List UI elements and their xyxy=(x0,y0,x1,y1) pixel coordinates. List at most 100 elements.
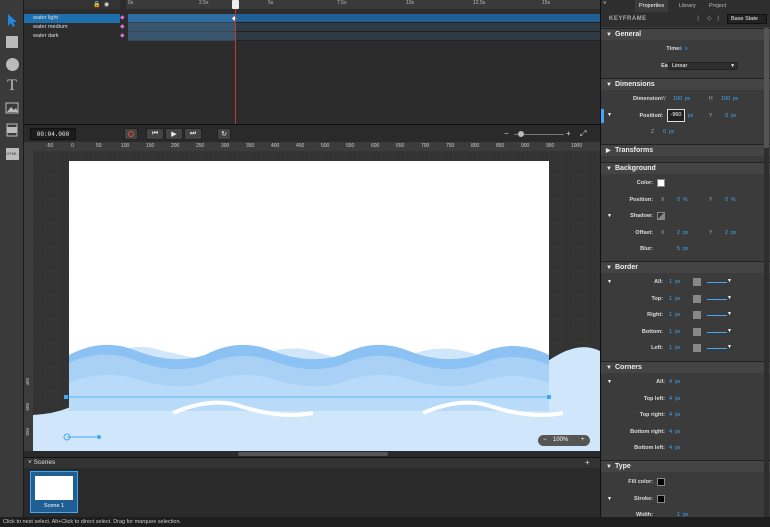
section-general[interactable]: ▼ General xyxy=(601,28,770,40)
offset-y-field[interactable]: 2 xyxy=(725,230,728,236)
ellipse-tool-icon[interactable] xyxy=(4,56,20,72)
next-keyframe-icon[interactable]: ⟩ xyxy=(717,15,719,22)
shadow-swatch[interactable] xyxy=(657,212,665,220)
fill-color-swatch[interactable] xyxy=(657,478,665,486)
keyframe-diamond-icon[interactable]: ◆ xyxy=(120,32,125,39)
ruler-tick-label: 200 xyxy=(171,143,180,149)
slider-thumb[interactable] xyxy=(518,131,524,137)
chevron-down-icon[interactable]: ▼ xyxy=(727,278,732,284)
corner-radius-field[interactable]: 4 xyxy=(669,396,672,402)
section-border[interactable]: ▼ Border xyxy=(601,261,770,273)
video-tool-icon[interactable] xyxy=(4,122,20,138)
timeline-ruler[interactable]: 0s 2.5s 5s 7.5s 10s 12.5s 15s xyxy=(126,0,600,9)
zoom-in-icon[interactable]: + xyxy=(566,129,571,138)
position-z-field[interactable]: 0 xyxy=(663,129,666,135)
playhead-handle[interactable] xyxy=(232,0,239,9)
position-x-field[interactable]: -960 xyxy=(667,109,685,122)
fast-forward-button[interactable]: ⏭ xyxy=(184,128,202,140)
time-display[interactable]: 00:04.000 xyxy=(30,128,76,140)
background-color-swatch[interactable] xyxy=(657,179,665,187)
section-corners[interactable]: ▼ Corners xyxy=(601,361,770,373)
stage-area[interactable]: − 100% + xyxy=(33,151,600,451)
border-width-field[interactable]: 1 xyxy=(669,279,672,285)
section-background[interactable]: ▼ Background xyxy=(601,162,770,174)
tab-project[interactable]: Project xyxy=(705,0,730,12)
section-type[interactable]: ▼ Type xyxy=(601,460,770,472)
eye-icon[interactable]: ◉ xyxy=(104,1,109,8)
chevron-down-icon[interactable]: ▼ xyxy=(727,311,732,317)
border-width-field[interactable]: 1 xyxy=(669,345,672,351)
lock-icon[interactable]: 🔒 xyxy=(93,1,100,8)
tab-properties[interactable]: Properties xyxy=(635,0,669,12)
bg-y-field[interactable]: 0 xyxy=(725,197,728,203)
fit-icon[interactable]: ⤢ xyxy=(580,129,586,139)
keyframe-diamond-icon[interactable]: ◆ xyxy=(120,23,125,30)
border-width-field[interactable]: 1 xyxy=(669,312,672,318)
x-label: X xyxy=(659,113,663,119)
zoom-out-button[interactable]: − xyxy=(543,435,547,446)
border-color-swatch[interactable] xyxy=(693,311,701,319)
corner-radius-field[interactable]: 4 xyxy=(669,445,672,451)
border-width-field[interactable]: 1 xyxy=(669,329,672,335)
html-tool-icon[interactable]: HTML xyxy=(4,146,20,162)
blur-unit: px xyxy=(683,246,689,252)
record-button[interactable] xyxy=(124,128,138,140)
scrollbar-thumb[interactable] xyxy=(238,452,388,456)
time-field[interactable]: 4 xyxy=(679,46,682,52)
blur-field[interactable]: 5 xyxy=(677,246,680,252)
corner-radius-field[interactable]: 4 xyxy=(669,429,672,435)
rectangle-tool-icon[interactable] xyxy=(4,34,20,50)
scenes-header[interactable]: ˅ Scenes + xyxy=(24,458,600,468)
width-field[interactable]: 100 xyxy=(673,96,682,102)
prev-keyframe-icon[interactable]: ⟨ xyxy=(697,15,699,22)
position-y-field[interactable]: 0 xyxy=(725,113,728,119)
base-state-dropdown[interactable]: Base State xyxy=(727,14,767,24)
corner-radius-field[interactable]: 4 xyxy=(669,379,672,385)
animation-segment[interactable] xyxy=(128,14,236,41)
layer-row-water-medium[interactable]: water medium xyxy=(24,23,120,32)
section-transforms[interactable]: ▶ Transforms xyxy=(601,144,770,156)
chevron-down-icon[interactable]: ▼ xyxy=(727,344,732,350)
border-style-select[interactable] xyxy=(707,328,727,333)
easing-dropdown[interactable]: Linear ▾ xyxy=(668,62,738,70)
layer-row-water-dark[interactable]: water dark xyxy=(24,32,120,41)
panel-scrollbar[interactable] xyxy=(764,28,769,517)
border-color-swatch[interactable] xyxy=(693,344,701,352)
section-dimensions[interactable]: ▼ Dimensions xyxy=(601,78,770,90)
zoom-in-button[interactable]: + xyxy=(581,435,585,446)
border-color-swatch[interactable] xyxy=(693,294,701,303)
border-width-field[interactable]: 1 xyxy=(669,296,672,302)
chevron-down-icon[interactable]: ▼ xyxy=(727,295,732,301)
border-color-swatch[interactable] xyxy=(693,327,701,336)
border-style-select[interactable] xyxy=(707,344,727,349)
playhead[interactable] xyxy=(235,0,236,124)
scene-thumbnail[interactable]: Scene 1 xyxy=(30,471,78,513)
zoom-out-icon[interactable]: − xyxy=(504,129,509,138)
border-style-select[interactable] xyxy=(707,311,727,316)
scenes-title: Scenes xyxy=(33,459,56,466)
play-button[interactable]: ▶ xyxy=(165,128,183,140)
corner-radius-field[interactable]: 4 xyxy=(669,412,672,418)
text-tool-icon[interactable]: T xyxy=(4,77,20,94)
border-color-swatch[interactable] xyxy=(693,278,701,286)
stroke-width-field[interactable]: 1 xyxy=(677,512,680,518)
height-field[interactable]: 100 xyxy=(721,96,730,102)
keyframe-diamond-icon[interactable]: ◆ xyxy=(120,14,125,21)
border-style-select[interactable] xyxy=(707,295,727,300)
image-tool-icon[interactable] xyxy=(4,100,20,116)
chevron-down-icon[interactable]: ▼ xyxy=(727,328,732,334)
keyframe-icon[interactable]: ◇ xyxy=(707,15,712,22)
offset-x-field[interactable]: 2 xyxy=(677,230,680,236)
scrollbar-thumb[interactable] xyxy=(764,28,769,148)
rewind-button[interactable]: ⏮ xyxy=(146,128,164,140)
add-scene-icon[interactable]: + xyxy=(585,458,590,468)
layer-name: water medium xyxy=(33,24,68,30)
layer-row-water-light[interactable]: water light xyxy=(24,14,120,23)
stroke-color-swatch[interactable] xyxy=(657,495,665,503)
tab-library[interactable]: Library xyxy=(675,0,700,12)
panel-menu-icon[interactable]: ˅ xyxy=(603,1,607,7)
loop-button[interactable]: ↻ xyxy=(217,128,231,140)
select-arrow-icon[interactable] xyxy=(4,12,20,28)
border-style-select[interactable] xyxy=(707,278,727,283)
bg-x-field[interactable]: 0 xyxy=(677,197,680,203)
